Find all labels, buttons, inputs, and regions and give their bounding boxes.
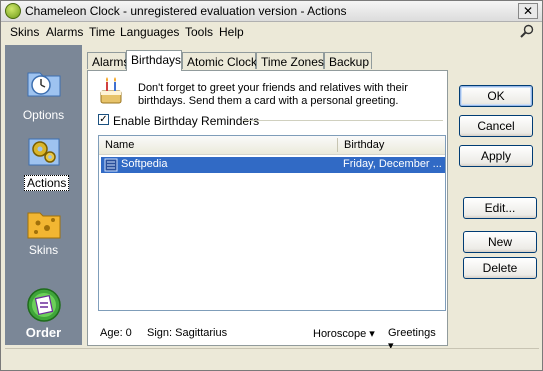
sidebar-item-actions[interactable]: Actions: [5, 133, 82, 191]
close-button[interactable]: ✕: [518, 3, 538, 19]
contact-card-icon: [104, 158, 118, 172]
sidebar-item-label: Actions: [24, 175, 70, 191]
order-cart-icon: [27, 288, 61, 322]
enable-reminders-label: Enable Birthday Reminders: [113, 114, 260, 128]
chameleon-clock-icon: [5, 3, 21, 19]
horoscope-dropdown[interactable]: Horoscope ▾: [313, 327, 375, 340]
sidebar-item-label: Skins: [28, 243, 59, 257]
menu-tools[interactable]: Tools: [185, 25, 213, 39]
column-divider: [337, 138, 338, 152]
menu-bar: Skins Alarms Time Languages Tools Help: [1, 22, 542, 41]
tab-atomic-clock[interactable]: Atomic Clock: [182, 52, 257, 69]
group-divider: [243, 120, 443, 121]
birthday-cake-icon: [100, 77, 122, 104]
tab-time-zones[interactable]: Time Zones: [256, 52, 324, 69]
app-window: Chameleon Clock - unregistered evaluatio…: [0, 0, 543, 371]
menu-help[interactable]: Help: [219, 25, 244, 39]
magnifier-icon[interactable]: [520, 24, 534, 38]
tab-birthdays[interactable]: Birthdays: [126, 50, 182, 71]
birthday-status-bar: Age: 0 Sign: Sagittarius Horoscope ▾ Gre…: [98, 327, 443, 352]
birthday-message: Don't forget to greet your friends and r…: [138, 82, 408, 107]
sidebar-item-label: Options: [22, 108, 65, 122]
bottom-strip: [5, 348, 539, 368]
sidebar-item-label: Order: [25, 325, 62, 340]
age-text: Age: 0: [100, 327, 132, 339]
delete-button[interactable]: Delete: [463, 257, 537, 279]
sidebar-item-options[interactable]: Options: [5, 65, 82, 125]
sidebar-item-order[interactable]: Order: [5, 287, 82, 343]
list-header: Name Birthday: [99, 136, 445, 155]
tab-alarms[interactable]: Alarms: [87, 52, 129, 69]
table-row[interactable]: Softpedia Friday, December ...: [101, 157, 445, 173]
gears-icon: [28, 138, 60, 166]
cancel-button[interactable]: Cancel: [459, 115, 533, 137]
menu-time[interactable]: Time: [89, 25, 115, 39]
sign-text: Sign: Sagittarius: [147, 327, 228, 339]
row-birthday: Friday, December ...: [343, 158, 442, 170]
column-header-name[interactable]: Name: [105, 139, 134, 151]
menu-alarms[interactable]: Alarms: [46, 25, 83, 39]
sidebar: Options Actions Skins Order: [5, 45, 82, 345]
tab-backup[interactable]: Backup: [324, 52, 372, 69]
row-name: Softpedia: [121, 158, 168, 170]
enable-reminders-row[interactable]: ✓ Enable Birthday Reminders: [98, 113, 443, 128]
ok-button[interactable]: OK: [459, 85, 533, 107]
birthdays-panel: Don't forget to greet your friends and r…: [87, 70, 448, 352]
window-title: Chameleon Clock - unregistered evaluatio…: [25, 4, 347, 18]
menu-languages[interactable]: Languages: [120, 25, 179, 39]
menu-skins[interactable]: Skins: [10, 25, 39, 39]
apply-button[interactable]: Apply: [459, 145, 533, 167]
skins-folder-icon: [27, 212, 61, 239]
new-button[interactable]: New: [463, 231, 537, 253]
title-bar[interactable]: Chameleon Clock - unregistered evaluatio…: [1, 1, 542, 22]
birthday-list[interactable]: Name Birthday Softpedia Friday, December…: [98, 135, 446, 311]
clock-options-icon: [27, 72, 61, 97]
sidebar-item-skins[interactable]: Skins: [5, 205, 82, 263]
column-header-birthday[interactable]: Birthday: [344, 139, 384, 151]
edit-button[interactable]: Edit...: [463, 197, 537, 219]
enable-reminders-checkbox[interactable]: ✓: [98, 114, 109, 125]
